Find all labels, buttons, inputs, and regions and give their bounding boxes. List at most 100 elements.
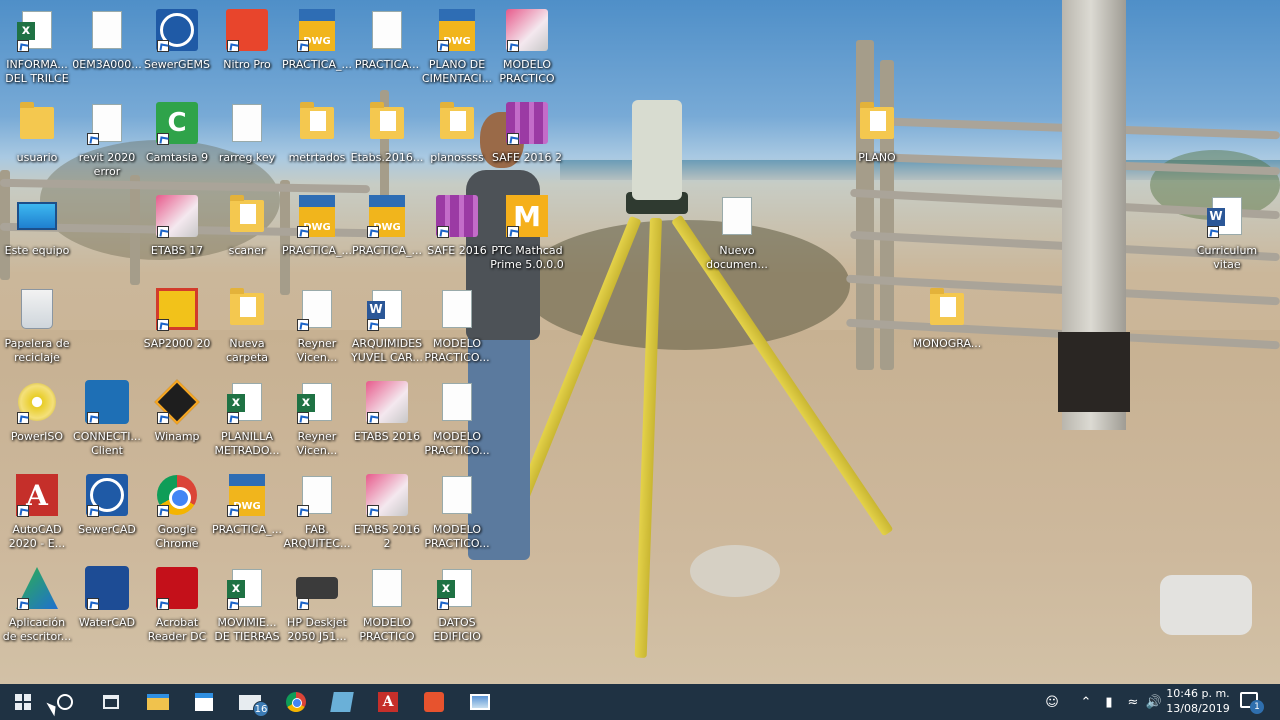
- desktop-shortcut-label: MODELO PRACTICO...: [424, 430, 490, 457]
- user-folder-icon: [15, 99, 59, 147]
- desktop-shortcut[interactable]: A AutoCAD 2020 - E...: [0, 467, 75, 557]
- notification-count-badge: 1: [1250, 700, 1264, 714]
- desktop-shortcut[interactable]: SewerCAD: [69, 467, 145, 557]
- desktop-app-icon: [15, 564, 59, 612]
- desktop-shortcut[interactable]: ARQUIMIDES YUVEL CAR...: [349, 281, 425, 371]
- desktop-shortcut[interactable]: PLANILLA METRADO...: [209, 374, 285, 464]
- desktop-shortcut[interactable]: PRACTICA_...: [279, 188, 355, 278]
- shortcut-arrow-icon: [227, 598, 239, 610]
- desktop-shortcut[interactable]: metrtados: [279, 95, 355, 185]
- shortcut-arrow-icon: [227, 505, 239, 517]
- desktop-shortcut[interactable]: PRACTICA...: [349, 2, 425, 92]
- shortcut-arrow-icon: [87, 505, 99, 517]
- folder-icon: [225, 192, 269, 240]
- desktop-shortcut[interactable]: ETABS 17: [139, 188, 215, 278]
- shortcut-arrow-icon: [297, 598, 309, 610]
- desktop-shortcut[interactable]: Este equipo: [0, 188, 75, 278]
- document-icon: [435, 471, 479, 519]
- show-hidden-icons-button[interactable]: ⌃: [1076, 684, 1096, 720]
- shortcut-arrow-icon: [297, 319, 309, 331]
- desktop-shortcut[interactable]: ETABS 2016: [349, 374, 425, 464]
- desktop-shortcut[interactable]: 0EM3A000...: [69, 2, 145, 92]
- desktop-shortcut[interactable]: Reyner Vicen...: [279, 281, 355, 371]
- desktop-shortcut[interactable]: Nuevo documen...: [699, 188, 775, 278]
- camtasia-button[interactable]: [411, 684, 457, 720]
- desktop-shortcut[interactable]: Aplicación de escritor...: [0, 560, 75, 650]
- desktop-shortcut[interactable]: FAB. ARQUITEC...: [279, 467, 355, 557]
- battery-button[interactable]: ▮: [1098, 684, 1120, 720]
- app-button[interactable]: [319, 684, 365, 720]
- desktop-shortcut[interactable]: DATOS EDIFICIO: [419, 560, 495, 650]
- desktop-shortcut[interactable]: M PTC Mathcad Prime 5.0.0.0: [489, 188, 565, 278]
- image-icon: [295, 285, 339, 333]
- desktop-shortcut[interactable]: rarreg.key: [209, 95, 285, 185]
- mail-button[interactable]: 16: [227, 684, 273, 720]
- desktop-shortcut[interactable]: PRACTICA_...: [209, 467, 285, 557]
- camtasia-icon: C: [155, 99, 199, 147]
- battery-icon: ▮: [1105, 694, 1113, 710]
- sap2000-icon: [155, 285, 199, 333]
- desktop-shortcut-label: INFORMA... DEL TRILCE: [5, 58, 69, 85]
- desktop-shortcut[interactable]: Acrobat Reader DC: [139, 560, 215, 650]
- desktop-shortcut[interactable]: SAFE 2016: [419, 188, 495, 278]
- watercad-icon: [85, 564, 129, 612]
- people-button[interactable]: ☺: [1040, 684, 1064, 720]
- desktop-shortcut[interactable]: usuario: [0, 95, 75, 185]
- action-center-button[interactable]: 1: [1240, 692, 1264, 714]
- desktop-shortcut[interactable]: MOVIMIE... DE TIERRAS: [209, 560, 285, 650]
- folder-icon: [225, 285, 269, 333]
- desktop-shortcut[interactable]: planossss: [419, 95, 495, 185]
- desktop-shortcut[interactable]: MODELO PRACTICO...: [419, 467, 495, 557]
- desktop-shortcut[interactable]: MODELO PRACTICO...: [419, 281, 495, 371]
- desktop-shortcut[interactable]: INFORMA... DEL TRILCE: [0, 2, 75, 92]
- safe-icon: [505, 99, 549, 147]
- mail-badge: 16: [253, 700, 269, 717]
- desktop-shortcut[interactable]: ETABS 2016 2: [349, 467, 425, 557]
- desktop-shortcut[interactable]: MODELO PRACTICO: [349, 560, 425, 650]
- desktop-shortcut[interactable]: WaterCAD: [69, 560, 145, 650]
- desktop-shortcut[interactable]: SAFE 2016 2: [489, 95, 565, 185]
- desktop-shortcut[interactable]: PLANO DE CIMENTACI...: [419, 2, 495, 92]
- start-button[interactable]: [0, 684, 46, 720]
- desktop-shortcut[interactable]: Reyner Vicen...: [279, 374, 355, 464]
- nitro-pro-icon: [225, 6, 269, 54]
- desktop-shortcut[interactable]: C Camtasia 9: [139, 95, 215, 185]
- desktop-shortcut[interactable]: scaner: [209, 188, 285, 278]
- desktop-shortcut[interactable]: PowerISO: [0, 374, 75, 464]
- file-explorer-button[interactable]: [135, 684, 181, 720]
- desktop-shortcut[interactable]: PLANO: [839, 95, 915, 185]
- desktop-shortcut[interactable]: MODELO PRACTICO: [489, 2, 565, 92]
- desktop-shortcut[interactable]: PRACTICA_...: [349, 188, 425, 278]
- acrobat-button[interactable]: A: [365, 684, 411, 720]
- desktop-shortcut[interactable]: revit 2020 error: [69, 95, 145, 185]
- system-clock[interactable]: 10:46 p. m. 13/08/2019: [1160, 686, 1236, 716]
- network-button[interactable]: ≈: [1122, 684, 1144, 720]
- desktop-shortcut[interactable]: Winamp: [139, 374, 215, 464]
- desktop-shortcut[interactable]: HP Deskjet 2050 J51...: [279, 560, 355, 650]
- etabs-icon: [365, 378, 409, 426]
- desktop-shortcut[interactable]: PRACTICA_...: [279, 2, 355, 92]
- desktop-shortcut[interactable]: SewerGEMS: [139, 2, 215, 92]
- task-view-button[interactable]: [88, 684, 134, 720]
- store-button[interactable]: [181, 684, 227, 720]
- desktop-shortcut-label: Reyner Vicen...: [296, 337, 338, 364]
- shortcut-arrow-icon: [437, 598, 449, 610]
- desktop-shortcut[interactable]: Papelera de reciclaje: [0, 281, 75, 371]
- desktop-shortcut-label: PTC Mathcad Prime 5.0.0.0: [490, 244, 564, 271]
- desktop-shortcut[interactable]: SAP2000 20: [139, 281, 215, 371]
- desktop-shortcut-label: PRACTICA...: [354, 58, 420, 71]
- desktop-shortcut[interactable]: Curriculum vitae: [1189, 188, 1265, 278]
- desktop-shortcut[interactable]: MODELO PRACTICO...: [419, 374, 495, 464]
- desktop-shortcut[interactable]: Etabs.2016...: [349, 95, 425, 185]
- desktop-shortcut-label: metrtados: [288, 151, 346, 164]
- desktop-shortcut[interactable]: Google Chrome: [139, 467, 215, 557]
- desktop-shortcut[interactable]: Nueva carpeta: [209, 281, 285, 371]
- desktop-shortcut[interactable]: CONNECTI... Client: [69, 374, 145, 464]
- shortcut-arrow-icon: [367, 412, 379, 424]
- winamp-icon: [154, 378, 200, 426]
- photos-button[interactable]: [457, 684, 503, 720]
- desktop-shortcut[interactable]: Nitro Pro: [209, 2, 285, 92]
- folder-icon: [925, 285, 969, 333]
- desktop-shortcut[interactable]: MONOGRA...: [909, 281, 985, 371]
- chrome-button[interactable]: [273, 684, 319, 720]
